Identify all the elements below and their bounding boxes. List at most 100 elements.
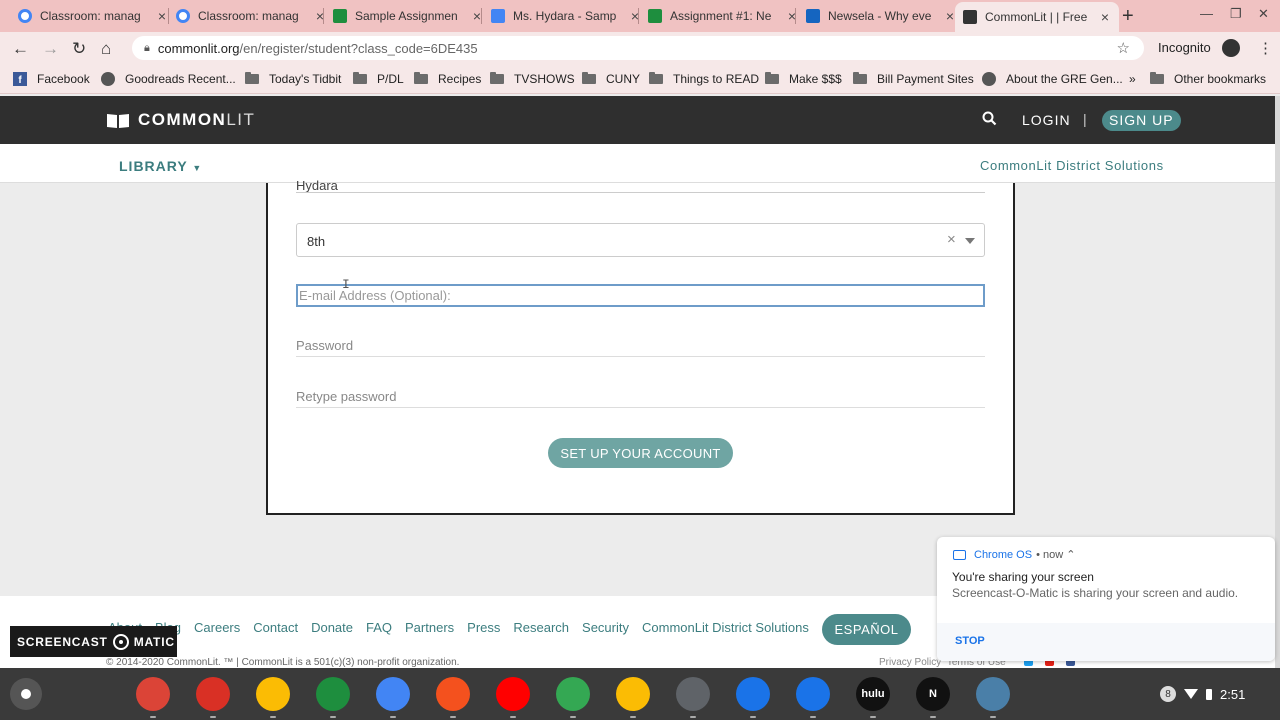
bookmark-goodreads[interactable]: Goodreads Recent...	[101, 72, 236, 86]
gmail-icon[interactable]	[196, 677, 230, 711]
hulu-icon[interactable]: hulu	[856, 677, 890, 711]
commonlit-book-icon	[963, 10, 977, 24]
launcher-icon[interactable]	[10, 678, 42, 710]
close-tab-icon[interactable]: ×	[156, 8, 168, 24]
battery-icon	[1206, 688, 1212, 700]
library-menu[interactable]: LIBRARY ▼	[119, 158, 202, 174]
email-field[interactable]	[296, 284, 985, 307]
files-icon[interactable]	[736, 677, 770, 711]
close-tab-icon[interactable]: ×	[629, 8, 641, 24]
footer-link-faq[interactable]: FAQ	[366, 620, 392, 635]
dropdown-caret-icon[interactable]	[965, 238, 975, 244]
folder-icon	[353, 72, 367, 84]
caret-down-icon: ▼	[192, 163, 203, 173]
app-running-indicator	[150, 716, 156, 718]
footer-link-donate[interactable]: Donate	[311, 620, 353, 635]
address-bar[interactable]: 🔒︎ commonlit.org/en/register/student?cla…	[132, 36, 1144, 60]
drive-icon[interactable]	[316, 677, 350, 711]
keep-icon[interactable]	[256, 677, 290, 711]
login-link[interactable]: LOGIN	[1022, 112, 1071, 128]
bookmarks-overflow-icon[interactable]: »	[1129, 72, 1136, 86]
search-icon[interactable]	[982, 111, 997, 126]
incognito-icon[interactable]	[1222, 39, 1240, 57]
footer-link-district[interactable]: CommonLit District Solutions	[642, 620, 809, 635]
text-cursor-icon: I	[342, 277, 350, 292]
status-tray[interactable]: 8 2:51	[1160, 682, 1245, 706]
clear-x-icon[interactable]: ×	[947, 231, 956, 248]
app-running-indicator	[990, 716, 996, 718]
bookmark-bill-payment[interactable]: Bill Payment Sites	[853, 72, 974, 86]
new-tab-plus-icon[interactable]: +	[1122, 5, 1134, 28]
play-movies-icon[interactable]	[436, 677, 470, 711]
docs-icon[interactable]	[376, 677, 410, 711]
footer-link-security[interactable]: Security	[582, 620, 629, 635]
play-store-icon[interactable]	[556, 677, 590, 711]
footer-link-partners[interactable]: Partners	[405, 620, 454, 635]
forward-arrow-icon[interactable]: →	[42, 39, 59, 59]
footer-link-research[interactable]: Research	[513, 620, 569, 635]
screen-share-icon	[953, 549, 966, 560]
tab-sample-assignment[interactable]: Sample Assignmen ×	[333, 4, 483, 28]
espanol-button[interactable]: ESPAÑOL	[822, 614, 911, 645]
bookmark-star-icon[interactable]: ☆	[1117, 39, 1130, 57]
close-window-icon[interactable]: ✕	[1258, 6, 1269, 22]
password-field[interactable]	[296, 335, 985, 357]
bookmark-things-to-read[interactable]: Things to READ	[649, 72, 759, 86]
close-tab-icon[interactable]: ×	[786, 8, 798, 24]
bookmark-cuny[interactable]: CUNY	[582, 72, 640, 86]
app-running-indicator	[390, 716, 396, 718]
notification-source: Chrome OS • now ⌃	[953, 548, 1075, 561]
footer-link-contact[interactable]: Contact	[253, 620, 298, 635]
bookmark-other[interactable]: Other bookmarks	[1150, 72, 1266, 86]
tab-assignment-1[interactable]: Assignment #1: Ne ×	[648, 4, 798, 28]
bookmark-make-money[interactable]: Make $$$	[765, 72, 842, 86]
page-scrollbar[interactable]	[1275, 96, 1280, 668]
set-up-account-button[interactable]: SET UP YOUR ACCOUNT	[548, 438, 733, 468]
tab-commonlit-active[interactable]: CommonLit | | Free ×	[955, 2, 1119, 32]
home-icon[interactable]: ⌂	[101, 39, 111, 59]
privacy-link[interactable]: Privacy Policy	[879, 657, 941, 668]
calculator-icon[interactable]	[676, 677, 710, 711]
footer-link-careers[interactable]: Careers	[194, 620, 240, 635]
reload-icon[interactable]: ↻	[72, 39, 86, 59]
bookmark-pdl[interactable]: P/DL	[353, 72, 404, 86]
netflix-icon[interactable]: N	[916, 677, 950, 711]
grade-select[interactable]: 8th ×	[296, 223, 985, 257]
back-arrow-icon[interactable]: ←	[12, 39, 29, 59]
last-name-value[interactable]: Hydara	[296, 178, 338, 193]
bookmark-gre[interactable]: About the GRE Gen...	[982, 72, 1123, 86]
record-dot-icon	[112, 633, 129, 650]
clock: 2:51	[1220, 686, 1246, 702]
app-running-indicator	[870, 716, 876, 718]
district-solutions-link[interactable]: CommonLit District Solutions	[980, 158, 1164, 173]
tab-newsela[interactable]: Newsela - Why eve ×	[806, 4, 956, 28]
close-tab-icon[interactable]: ×	[1099, 9, 1111, 25]
tab-classroom-1[interactable]: Classroom: manag ×	[18, 4, 168, 28]
tab-classroom-2[interactable]: Classroom: manag ×	[176, 4, 326, 28]
minimize-icon[interactable]: —	[1200, 6, 1213, 21]
screencast-icon[interactable]	[976, 677, 1010, 711]
bookmark-tvshows[interactable]: TVSHOWS	[490, 72, 575, 86]
signup-button[interactable]: SIGN UP	[1102, 110, 1181, 131]
messages-icon[interactable]	[796, 677, 830, 711]
menu-kebab-icon[interactable]: ⋮	[1258, 39, 1273, 57]
bookmark-recipes[interactable]: Recipes	[414, 72, 481, 86]
restore-icon[interactable]: ❐	[1230, 6, 1242, 22]
chrome-icon[interactable]	[136, 677, 170, 711]
app-running-indicator	[450, 716, 456, 718]
close-tab-icon[interactable]: ×	[314, 8, 326, 24]
photos-icon[interactable]	[616, 677, 650, 711]
footer-links: About Blog Careers Contact Donate FAQ Pa…	[108, 620, 822, 635]
bookmark-facebook[interactable]: f Facebook	[13, 72, 90, 86]
stop-sharing-button[interactable]: STOP	[955, 635, 985, 647]
retype-password-field[interactable]	[296, 386, 985, 408]
notification-count-badge: 8	[1160, 686, 1176, 702]
chevron-up-icon[interactable]: ⌃	[1066, 549, 1075, 561]
commonlit-logo[interactable]: COMMON LIT	[106, 110, 255, 130]
bookmark-todays-tidbit[interactable]: Today's Tidbit	[245, 72, 341, 86]
youtube-icon[interactable]	[496, 677, 530, 711]
footer-link-press[interactable]: Press	[467, 620, 500, 635]
tab-ms-hydara[interactable]: Ms. Hydara - Samp ×	[491, 4, 641, 28]
notification-title: You're sharing your screen	[952, 570, 1094, 584]
globe-icon	[982, 72, 996, 86]
